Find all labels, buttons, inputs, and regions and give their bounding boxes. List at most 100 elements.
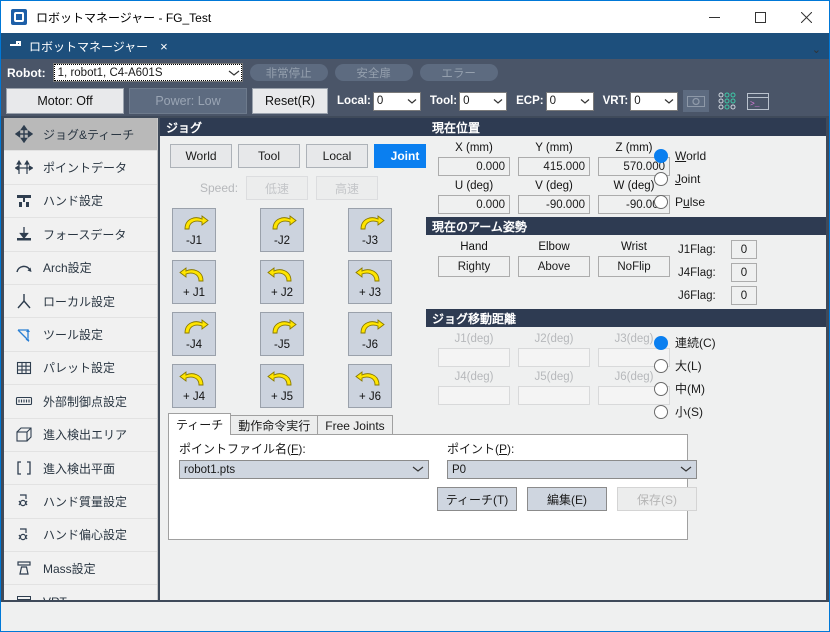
tab-robot-manager[interactable]: ロボットマネージャー × [1, 33, 174, 59]
ecp-settings-icon [14, 391, 34, 411]
motor-label: Motor: Off [37, 94, 92, 108]
jog-button-j3[interactable]: + J3 [348, 260, 392, 304]
jog-button-j6[interactable]: + J6 [348, 364, 392, 408]
jog-speed-row: Speed: 低速 高速 [160, 168, 430, 200]
minimize-icon[interactable] [691, 1, 737, 33]
jog-mode-world[interactable]: World [170, 144, 232, 168]
jog-button-label: -J5 [274, 340, 290, 352]
sidebar-item-hand-weight[interactable]: ハンド質量設定 [4, 485, 157, 518]
sidebar-item-label: 進入検出エリア [43, 426, 127, 443]
sidebar-item-tool-settings[interactable]: ツール設定 [4, 318, 157, 351]
radio-dot [654, 359, 668, 373]
radio-medium[interactable]: 中(M) [654, 377, 716, 400]
chevron-down-icon[interactable]: ⌄ [812, 43, 821, 56]
safety-door-indicator[interactable]: 安全扉 [335, 64, 413, 81]
vrt-selector-group: VRT: 0 [603, 92, 679, 111]
speed-low-button[interactable]: 低速 [246, 176, 308, 200]
emergency-stop-indicator[interactable]: 非常停止 [250, 64, 328, 81]
radio-world[interactable]: World [654, 144, 706, 167]
speed-high-button[interactable]: 高速 [316, 176, 378, 200]
sidebar-item-hand-settings[interactable]: ハンド設定 [4, 185, 157, 218]
sidebar-item-entry-plane[interactable]: 進入検出平面 [4, 452, 157, 485]
robot-label: Robot: [7, 66, 46, 80]
vision-grid-icon[interactable] [714, 90, 740, 112]
j4flag-value: 0 [731, 263, 757, 282]
sidebar-item-hand-inertia[interactable]: ハンド偏心設定 [4, 519, 157, 552]
radio-dot [654, 195, 668, 209]
jog-button-label: -J3 [362, 236, 378, 248]
sidebar-item-arch-settings[interactable]: Arch設定 [4, 252, 157, 285]
jog-button--j4[interactable]: -J4 [172, 312, 216, 356]
jog-mode-tool[interactable]: Tool [238, 144, 300, 168]
tool-select[interactable]: 0 [459, 92, 507, 111]
point-select[interactable]: P0 [447, 460, 697, 479]
sidebar-item-ecp-settings[interactable]: 外部制御点設定 [4, 385, 157, 418]
position-mode-radios: World Joint Pulse [654, 144, 706, 213]
jog-button-j4[interactable]: + J4 [172, 364, 216, 408]
sidebar-item-jog-teach[interactable]: ジョグ&ティーチ [4, 118, 157, 151]
sidebar-item-local-settings[interactable]: ローカル設定 [4, 285, 157, 318]
j2-dist-label: J2(deg) [518, 331, 590, 348]
radio-pulse[interactable]: Pulse [654, 190, 706, 213]
local-select[interactable]: 0 [373, 92, 421, 111]
j1flag-value: 0 [731, 240, 757, 259]
jog-button--j3[interactable]: -J3 [348, 208, 392, 252]
hand-weight-icon [14, 491, 34, 511]
robot-select[interactable]: 1, robot1, C4-A601S [53, 63, 243, 82]
close-icon[interactable] [783, 1, 829, 33]
jog-button--j2[interactable]: -J2 [260, 208, 304, 252]
edit-button[interactable]: 編集(E) [527, 487, 607, 511]
sidebar-item-point-data[interactable]: ポイントデータ [4, 151, 157, 184]
jog-button-j1[interactable]: + J1 [172, 260, 216, 304]
ecp-selector-group: ECP: 0 [516, 92, 593, 111]
sidebar-item-force-data[interactable]: フォースデータ [4, 218, 157, 251]
teach-button[interactable]: ティーチ(T) [437, 487, 517, 511]
vrt-select[interactable]: 0 [630, 92, 678, 111]
j1flag-label: J1Flag: [678, 244, 726, 256]
safety-door-label: 安全扉 [356, 65, 391, 81]
vrt-icon: VRT [14, 592, 34, 600]
sidebar-item-pallet-settings[interactable]: パレット設定 [4, 352, 157, 385]
jog-button--j5[interactable]: -J5 [260, 312, 304, 356]
wrist-value[interactable]: NoFlip [598, 256, 670, 277]
j2-dist-input[interactable] [518, 348, 590, 367]
error-indicator[interactable]: エラー [420, 64, 498, 81]
local-settings-icon [14, 291, 34, 311]
window-title: ロボットマネージャー - FG_Test [36, 9, 211, 26]
sidebar-item-mass-settings[interactable]: Mass設定 [4, 552, 157, 585]
radio-joint[interactable]: Joint [654, 167, 706, 190]
jog-button--j6[interactable]: -J6 [348, 312, 392, 356]
j1-dist-input[interactable] [438, 348, 510, 367]
jog-button-j5[interactable]: + J5 [260, 364, 304, 408]
status-control-bar: Motor: Off Power: Low Reset(R) Local: 0 … [1, 86, 829, 116]
motor-toggle-button[interactable]: Motor: Off [6, 88, 124, 114]
j4-dist-input[interactable] [438, 386, 510, 405]
ecp-select[interactable]: 0 [546, 92, 594, 111]
arm-pose-panel: 現在のアーム姿勢 Hand Elbow Wrist Righty Above N… [426, 217, 826, 309]
jog-button--j1[interactable]: -J1 [172, 208, 216, 252]
sidebar-item-vrt[interactable]: VRT VRT [4, 585, 157, 600]
command-window-icon[interactable]: >_ [745, 90, 771, 112]
radio-large[interactable]: 大(L) [654, 354, 716, 377]
reset-button[interactable]: Reset(R) [252, 88, 328, 114]
tab-motion-command[interactable]: 動作命令実行 [230, 415, 318, 435]
sidebar-item-label: フォースデータ [43, 226, 126, 243]
camera-icon[interactable] [683, 90, 709, 112]
jog-mode-local[interactable]: Local [306, 144, 368, 168]
tab-free-joints[interactable]: Free Joints [317, 415, 392, 435]
tab-close-icon[interactable]: × [160, 40, 168, 53]
j5-dist-input[interactable] [518, 386, 590, 405]
jog-button-j2[interactable]: + J2 [260, 260, 304, 304]
radio-continuous[interactable]: 連続(C) [654, 331, 716, 354]
elbow-value[interactable]: Above [518, 256, 590, 277]
sidebar-item-entry-area[interactable]: 進入検出エリア [4, 419, 157, 452]
jog-distance-radios: 連続(C) 大(L) 中(M) 小(S) [654, 331, 716, 423]
tab-teach[interactable]: ティーチ [168, 413, 231, 435]
maximize-icon[interactable] [737, 1, 783, 33]
tool-selector-group: Tool: 0 [430, 92, 507, 111]
hand-value[interactable]: Righty [438, 256, 510, 277]
emergency-stop-label: 非常停止 [266, 65, 312, 81]
power-toggle-button[interactable]: Power: Low [129, 88, 247, 114]
point-file-select[interactable]: robot1.pts [179, 460, 429, 479]
save-button[interactable]: 保存(S) [617, 487, 697, 511]
